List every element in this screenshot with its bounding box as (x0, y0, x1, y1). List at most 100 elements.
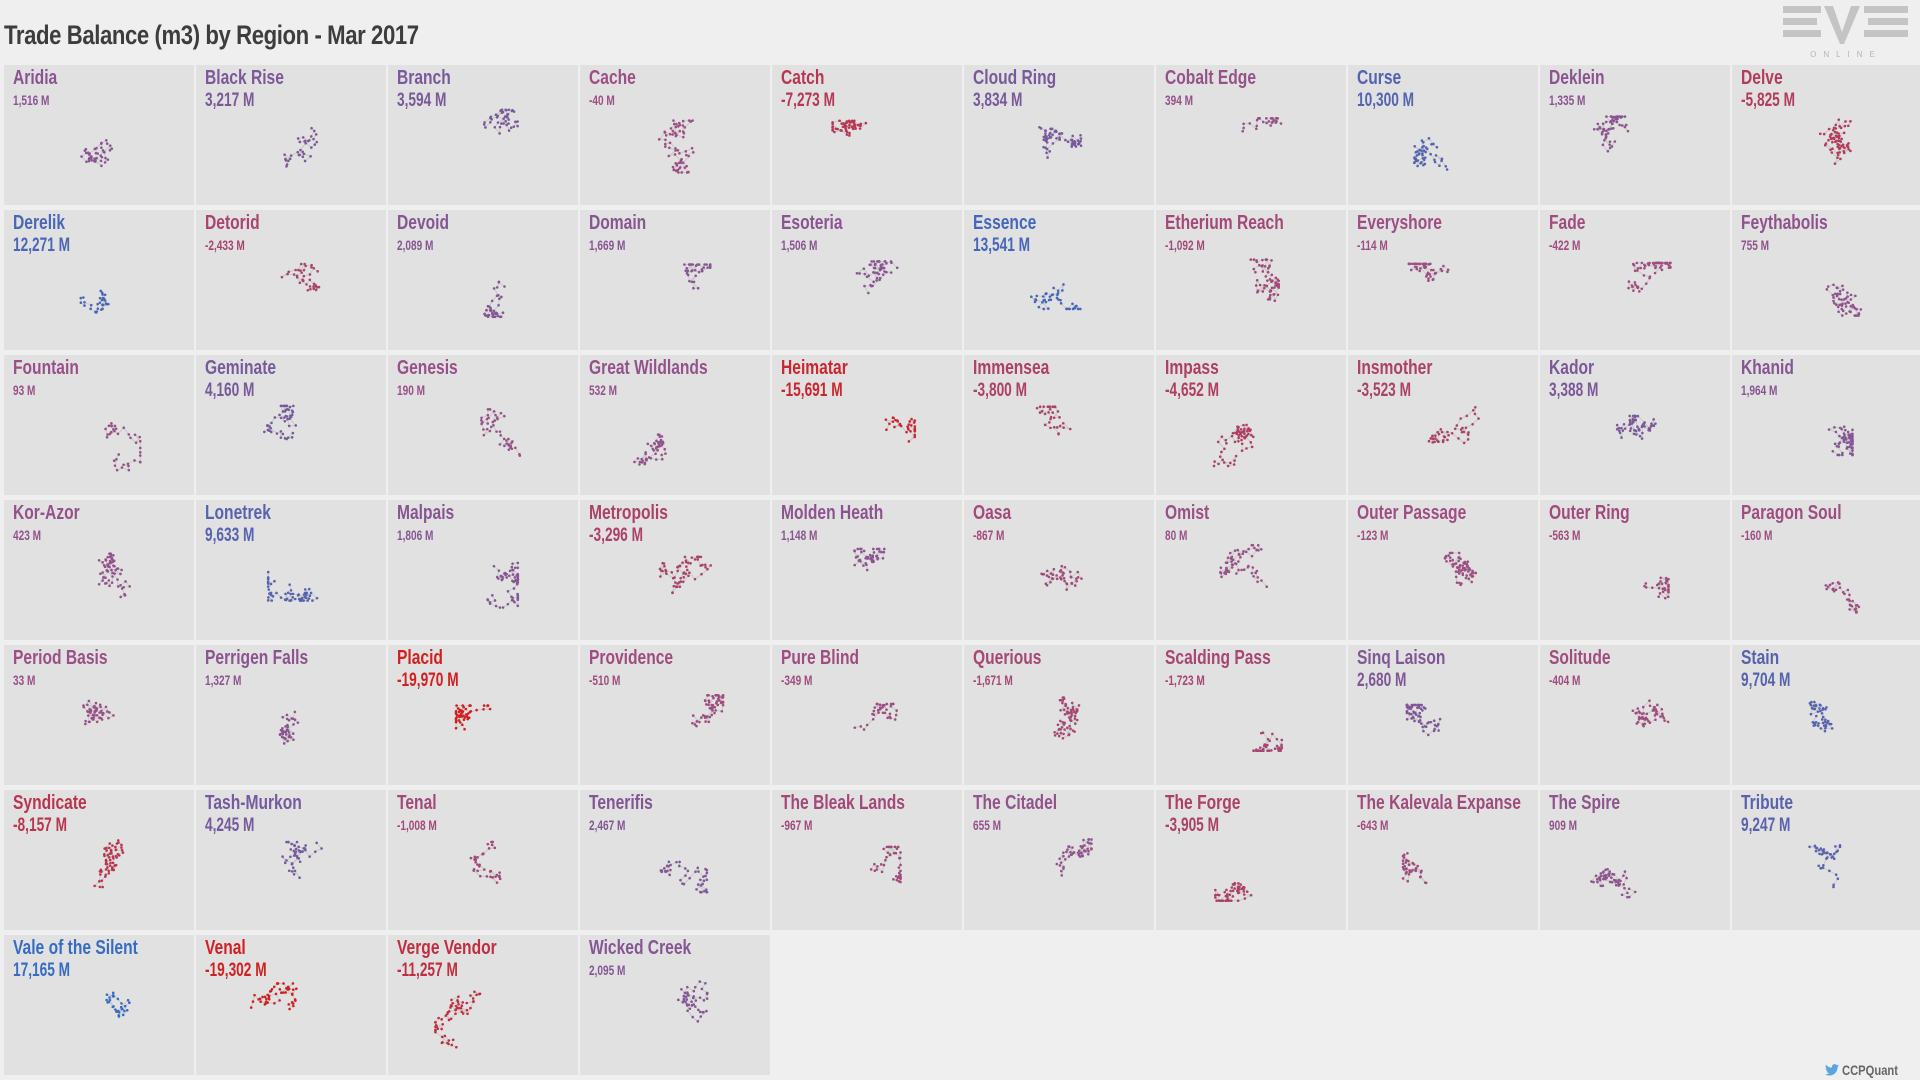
region-cell-malpais: Malpais 1,806 M (388, 500, 578, 640)
solar-system-point (1465, 565, 1469, 568)
solar-system-point (1061, 289, 1064, 292)
solar-system-point (1059, 577, 1063, 581)
solar-system-point (1832, 296, 1835, 299)
solar-system-point (894, 713, 898, 717)
solar-system-point (700, 716, 703, 719)
solar-system-point (108, 565, 111, 569)
solar-system-point (495, 575, 499, 579)
solar-system-point (1262, 286, 1266, 290)
solar-system-point (104, 156, 107, 160)
solar-system-point (643, 461, 647, 465)
solar-system-point (1280, 738, 1284, 742)
solar-system-point (1051, 142, 1055, 145)
solar-system-point (468, 704, 471, 707)
solar-system-point (1844, 305, 1848, 308)
solar-system-point (270, 421, 273, 425)
solar-system-point (1834, 127, 1838, 130)
solar-system-point (1418, 711, 1422, 715)
solar-system-point (304, 595, 307, 599)
solar-system-point (1038, 405, 1042, 408)
solar-system-point (1265, 121, 1268, 125)
solar-system-point (1633, 414, 1637, 418)
solar-system-point (1450, 551, 1454, 555)
solar-system-point (89, 303, 93, 307)
solar-system-point (108, 555, 112, 559)
solar-system-point (95, 708, 98, 712)
solar-system-point (672, 119, 675, 122)
solar-system-point (1055, 574, 1058, 577)
solar-system-point (510, 595, 513, 599)
solar-system-point (103, 565, 107, 569)
solar-system-point (1064, 138, 1067, 142)
solar-system-point (303, 159, 307, 163)
solar-system-point (876, 556, 880, 560)
solar-system-point (872, 260, 876, 263)
solar-system-point (278, 732, 282, 736)
solar-system-point (1618, 123, 1621, 127)
solar-system-point (696, 558, 699, 561)
solar-system-point (1252, 258, 1256, 261)
solar-system-point (79, 296, 83, 300)
solar-system-point (1434, 434, 1437, 437)
solar-system-point (671, 576, 675, 580)
solar-system-point (862, 564, 865, 567)
solar-system-point (1851, 599, 1854, 603)
solar-system-point (1035, 294, 1039, 298)
region-trade-balance: -349 M (781, 672, 813, 688)
solar-system-point (1079, 137, 1083, 140)
region-trade-balance: 4,160 M (205, 380, 255, 401)
solar-system-point (1043, 423, 1047, 427)
solar-system-point (115, 468, 119, 472)
solar-system-point (1430, 268, 1433, 272)
solar-system-point (673, 131, 677, 135)
solar-system-point (107, 716, 110, 720)
region-name: Querious (973, 647, 1042, 669)
solar-system-point (678, 167, 681, 170)
solar-system-point (482, 704, 486, 707)
solar-system-point (1849, 433, 1853, 436)
solar-system-point (1265, 258, 1269, 261)
solar-system-point (1410, 705, 1414, 708)
solar-system-point (872, 271, 875, 274)
solar-system-point (863, 272, 867, 276)
solar-system-point (872, 551, 876, 554)
solar-system-point (290, 436, 294, 439)
solar-system-point (682, 572, 685, 575)
solar-system-point (1407, 262, 1411, 266)
solar-system-point (511, 568, 514, 572)
solar-system-point (115, 457, 118, 461)
solar-system-point (646, 442, 650, 446)
solar-system-point (1055, 577, 1059, 581)
solar-system-point (1237, 560, 1240, 563)
solar-system-point (663, 564, 666, 568)
solar-system-point (1470, 573, 1473, 577)
solar-system-point (99, 572, 102, 576)
region-cell-feythabolis: Feythabolis 755 M (1732, 210, 1920, 350)
solar-system-point (1455, 566, 1459, 569)
solar-system-point (108, 584, 111, 588)
solar-system-point (1076, 570, 1080, 574)
solar-system-point (1848, 452, 1852, 455)
solar-system-point (285, 404, 289, 408)
solar-system-point (1648, 699, 1651, 702)
solar-system-point (1256, 580, 1259, 584)
region-name: Curse (1357, 67, 1402, 89)
solar-system-point (1247, 547, 1250, 551)
solar-system-point (514, 446, 517, 450)
solar-system-point (122, 463, 125, 467)
solar-system-point (1046, 405, 1050, 408)
solar-system-point (1231, 431, 1235, 435)
solar-system-point (1470, 580, 1474, 584)
solar-system-point (1440, 430, 1444, 434)
solar-system-point (86, 714, 90, 717)
solar-system-point (503, 444, 506, 448)
solar-system-point (1051, 293, 1055, 296)
solar-system-point (875, 547, 879, 551)
solar-system-point (1831, 147, 1834, 151)
solar-system-point (693, 723, 697, 726)
solar-system-point (1240, 449, 1244, 452)
solar-system-point (852, 123, 856, 127)
region-cell-heimatar: Heimatar -15,691 M (772, 355, 962, 495)
solar-system-point (1636, 414, 1640, 418)
solar-system-point (1622, 422, 1626, 426)
